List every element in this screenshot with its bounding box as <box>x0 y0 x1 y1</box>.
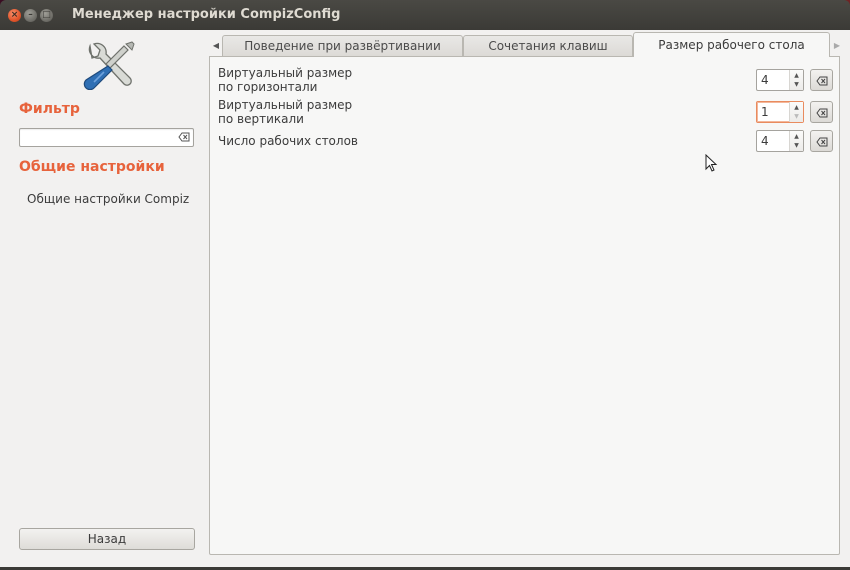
compizconfig-window: × – □ Менеджер настройки CompizConfig Фи… <box>0 0 850 570</box>
settings-panel <box>209 56 840 555</box>
setting-label-desktops: Число рабочих столов <box>218 134 358 148</box>
reset-icon <box>816 108 828 118</box>
setting-label-vsize: Виртуальный размер по вертикали <box>218 98 352 126</box>
tab-desktop-size[interactable]: Размер рабочего стола <box>633 32 830 57</box>
sidebar-item-compiz-general[interactable]: Общие настройки Compiz <box>27 192 197 207</box>
tab-scroll-right-icon[interactable]: ▶ <box>831 36 843 56</box>
increment-icon[interactable]: ▲ <box>790 132 803 141</box>
setting-label-hsize-line2: по горизонтали <box>218 80 318 94</box>
close-icon: × <box>10 10 19 20</box>
setting-label-hsize-line1: Виртуальный размер <box>218 66 353 80</box>
minimize-window-button[interactable]: – <box>24 9 37 22</box>
desktops-value[interactable]: 4 <box>761 134 769 148</box>
hsize-value[interactable]: 4 <box>761 73 769 87</box>
mouse-pointer-icon <box>705 154 718 172</box>
desktops-reset-button[interactable] <box>810 130 833 152</box>
window-title: Менеджер настройки CompizConfig <box>72 7 341 22</box>
minimize-icon: – <box>28 10 33 20</box>
vsize-spinbox[interactable]: 1 ▲ ▼ <box>756 101 804 123</box>
filter-title: Фильтр <box>19 101 80 117</box>
filter-field[interactable] <box>19 128 194 147</box>
decrement-icon[interactable]: ▼ <box>790 80 803 89</box>
reset-icon <box>816 137 828 147</box>
back-button[interactable]: Назад <box>19 528 195 550</box>
vsize-reset-button[interactable] <box>810 101 833 123</box>
desktops-spinbox[interactable]: 4 ▲ ▼ <box>756 130 804 152</box>
category-title: Общие настройки <box>19 159 165 175</box>
vsize-value[interactable]: 1 <box>761 105 769 119</box>
tab-maximize-behavior[interactable]: Поведение при развёртивании <box>222 35 463 56</box>
title-bar[interactable]: × – □ Менеджер настройки CompizConfig <box>0 0 850 30</box>
decrement-icon[interactable]: ▼ <box>790 141 803 150</box>
maximize-icon: □ <box>42 10 51 20</box>
tab-key-bindings[interactable]: Сочетания клавиш <box>463 35 633 56</box>
vsize-stepper[interactable]: ▲ ▼ <box>789 102 803 122</box>
tab-scroll-left-icon[interactable]: ◀ <box>210 36 222 56</box>
maximize-window-button[interactable]: □ <box>40 9 53 22</box>
hsize-stepper[interactable]: ▲ ▼ <box>789 70 803 90</box>
hsize-spinbox[interactable]: 4 ▲ ▼ <box>756 69 804 91</box>
close-window-button[interactable]: × <box>8 9 21 22</box>
hsize-reset-button[interactable] <box>810 69 833 91</box>
setting-label-vsize-line1: Виртуальный размер <box>218 98 353 112</box>
setting-label-hsize: Виртуальный размер по горизонтали <box>218 66 352 94</box>
increment-icon[interactable]: ▲ <box>790 103 803 112</box>
reset-icon <box>816 76 828 86</box>
filter-input[interactable] <box>23 130 173 145</box>
desktops-stepper[interactable]: ▲ ▼ <box>789 131 803 151</box>
setting-label-vsize-line2: по вертикали <box>218 112 304 126</box>
decrement-icon[interactable]: ▼ <box>790 112 803 121</box>
clear-filter-icon[interactable] <box>178 132 190 142</box>
increment-icon[interactable]: ▲ <box>790 71 803 80</box>
preferences-tools-icon <box>83 41 135 90</box>
